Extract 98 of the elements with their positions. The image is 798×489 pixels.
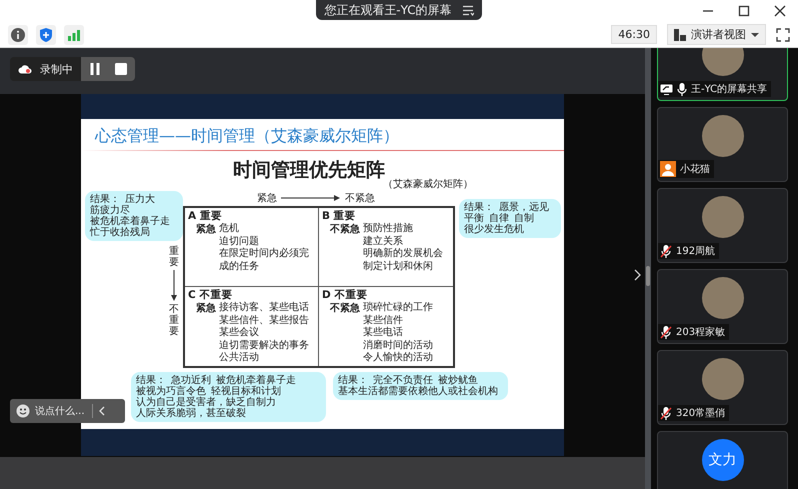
quadrant-item: 明确新的发展机会 [363, 248, 443, 260]
layout-icon [674, 28, 686, 40]
quadrant-item: 公共活动 [219, 352, 260, 364]
urgency-label: 不紧急 [328, 223, 360, 237]
quadrant-item: 预防性措施 [363, 223, 414, 236]
name-label: 320常墨俏 [658, 405, 730, 421]
axis-label: 不紧急 [345, 192, 375, 205]
quadrant-item: 迫切问题 [219, 236, 260, 248]
matrix-subheading: （艾森豪威尔矩阵） [383, 178, 473, 191]
matrix-heading: 时间管理优先矩阵 [233, 158, 385, 183]
recording-label: 录制中 [40, 62, 73, 76]
bubble-text: 忙于收拾残局 [90, 227, 150, 238]
emoji-icon[interactable] [16, 404, 30, 418]
quadrant-item: 某些信件、某些报告 [219, 314, 309, 326]
shield-icon[interactable] [36, 24, 56, 44]
name-label: 203程家敏 [658, 324, 730, 340]
quadrant-item: 某些电话 [363, 327, 404, 340]
participant-tile[interactable]: 320常墨俏 [657, 350, 788, 425]
banner-text: 您正在观看王-YC的屏幕 [324, 2, 452, 18]
name-label: 小花猫 [658, 160, 714, 178]
caret-icon [751, 32, 759, 38]
bubble-text: 筋疲力尽 [90, 205, 130, 216]
axis-label: 不重要 [169, 304, 179, 337]
urgency-label: 紧急 [195, 223, 216, 237]
quadrant-item: 在限定时间内必须完成的任务 [219, 248, 310, 273]
slide-title: 心态管理——时间管理（艾森豪威尔矩阵） [94, 125, 400, 144]
bubble-text: 自制 [514, 213, 534, 224]
bubble-text: 轻视目标和计划 [211, 386, 281, 397]
bubble-text: 很少发生危机 [464, 224, 524, 235]
quadrant-heading: A 重要 [188, 210, 223, 223]
participant-tile[interactable]: 小花猫 [657, 107, 788, 182]
quadrant-item: 制定计划和休闲 [363, 260, 434, 273]
menu-icon[interactable] [462, 4, 474, 16]
muted-microphone-icon [660, 326, 672, 338]
bubble-text: 被视为巧言令色 [136, 386, 206, 397]
bubble-text: 结果： [464, 202, 494, 213]
fullscreen-icon[interactable] [776, 28, 790, 42]
quadrant-heading: C 不重要 [188, 289, 234, 302]
microphone-icon [677, 82, 687, 96]
urgency-label: 不紧急 [328, 302, 360, 316]
bubble-text: 结果： [90, 194, 120, 205]
quadrant-heading: D 不重要 [322, 289, 368, 302]
bubble-text: 平衡 [464, 213, 484, 224]
info-icon[interactable] [8, 24, 28, 44]
close-icon[interactable] [774, 5, 786, 17]
bubble-text: 人际关系脆弱，甚至破裂 [136, 408, 246, 419]
axis-label: 重要 [169, 246, 179, 268]
bubble-text: 被炒鱿鱼 [438, 375, 478, 386]
urgency-label: 紧急 [195, 302, 216, 316]
quadrant-item: 迫切需要解决的事务 [219, 340, 309, 352]
avatar-photo-placeholder [702, 115, 744, 157]
avatar-initials: 文力 [702, 439, 744, 481]
down-arrow-icon [170, 270, 178, 302]
avatar-photo-placeholder [702, 358, 744, 400]
participant-tile[interactable]: 文力 [657, 431, 788, 489]
avatar-photo-placeholder [702, 277, 744, 319]
quadrant-item: 某些会议 [219, 327, 260, 340]
bubble-text: 压力大 [125, 194, 155, 205]
cloud-icon [18, 64, 32, 74]
avatar-photo-placeholder [702, 196, 744, 238]
chevron-right-icon[interactable] [634, 269, 641, 281]
maximize-icon[interactable] [738, 5, 750, 17]
quadrant-item: 消磨时间的活动 [363, 340, 433, 352]
bubble-text: 认为自己是受害者，缺乏自制力 [136, 397, 276, 408]
bubble-text: 完全不负责任 [373, 375, 433, 386]
bubble-text: 自律 [489, 213, 509, 224]
quadrant-item: 危机 [219, 223, 240, 236]
name-label: 192周航 [658, 243, 720, 259]
meeting-timer: 46:30 [611, 25, 657, 44]
bubble-text: 被危机牵着鼻子走 [90, 216, 170, 227]
view-mode-button[interactable]: 演讲者视图 [667, 24, 766, 45]
user-icon [660, 161, 676, 177]
quadrant-item: 某些信件 [363, 314, 404, 326]
participant-tile[interactable]: 203程家敏 [657, 269, 788, 344]
bubble-text: 基本生活都需要依赖他人或社会机构 [338, 386, 498, 397]
name-label: 王-YC的屏幕共享 [658, 81, 772, 97]
quadrant-heading: B 重要 [322, 210, 357, 223]
chat-input[interactable]: 说点什么... [35, 406, 87, 416]
axis-label: 紧急 [257, 192, 277, 205]
signal-icon[interactable] [64, 24, 84, 44]
bubble-text: 结果： [338, 375, 368, 386]
bubble-text: 急功近利 [171, 375, 211, 386]
quadrant-item: 建立关系 [363, 236, 404, 248]
bubble-text: 结果： [136, 375, 166, 386]
participant-tile[interactable]: 王-YC的屏幕共享 [657, 48, 788, 101]
right-arrow-icon [281, 194, 341, 202]
quadrant-item: 琐碎忙碌的工作 [363, 302, 433, 314]
scrollbar-thumb[interactable] [646, 266, 650, 286]
bubble-text: 被危机牵着鼻子走 [216, 375, 296, 386]
pause-icon[interactable] [89, 63, 101, 75]
muted-microphone-icon [660, 244, 672, 258]
bubble-text: 愿景，远见 [499, 202, 549, 213]
muted-microphone-icon [660, 406, 672, 420]
quadrant-item: 接待访客、某些电话 [219, 302, 309, 314]
participant-tile[interactable]: 192周航 [657, 188, 788, 263]
quadrant-item: 令人愉快的活动 [363, 352, 433, 364]
screen-share-icon [660, 84, 673, 94]
chevron-left-icon[interactable] [98, 406, 105, 416]
